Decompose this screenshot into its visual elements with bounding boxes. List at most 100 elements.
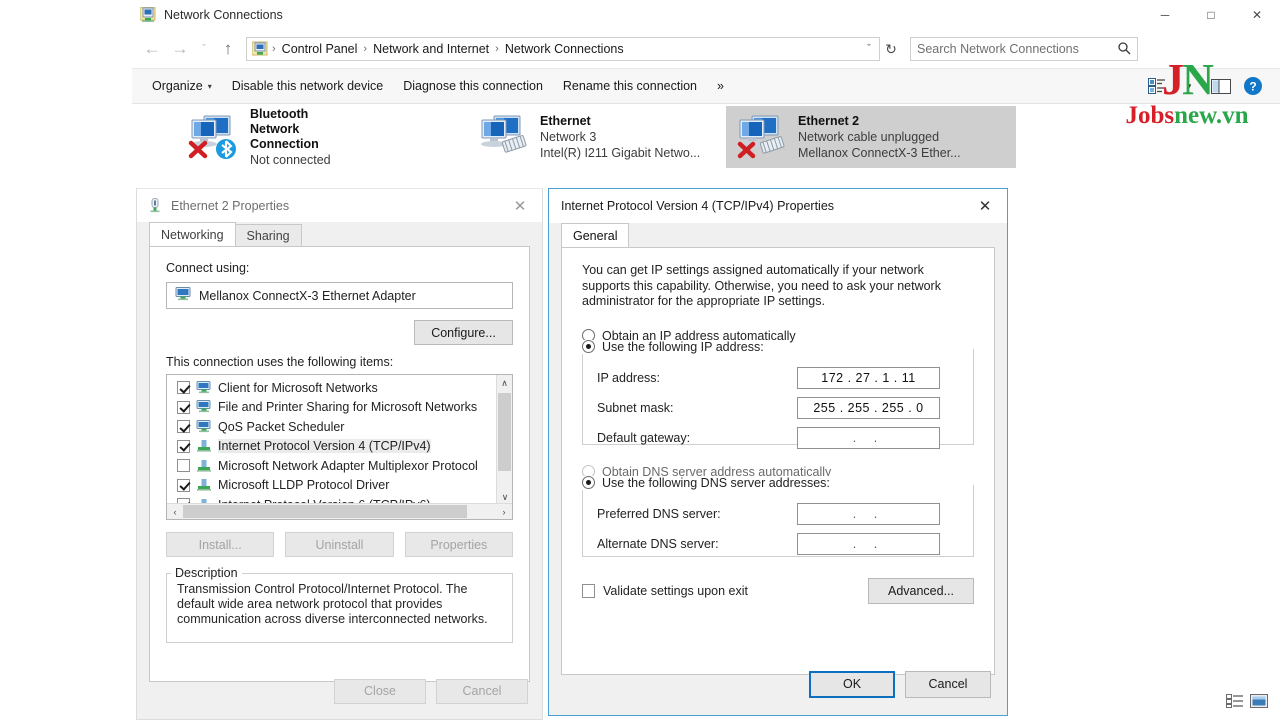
chevron-down-icon[interactable]: ˇ <box>859 43 879 55</box>
connection-info: Bluetooth Network Connection Not connect… <box>250 107 360 168</box>
validate-settings-option[interactable]: Validate settings upon exit <box>582 583 748 598</box>
item-checkbox[interactable] <box>177 381 190 395</box>
dialog-title: Internet Protocol Version 4 (TCP/IPv4) P… <box>561 199 835 213</box>
ok-button[interactable]: OK <box>809 670 895 698</box>
command-toolbar: Organize ▾ Disable this network device D… <box>132 68 1280 104</box>
item-label: Client for Microsoft Networks <box>218 380 378 395</box>
network-adapter-icon <box>734 112 794 162</box>
connection-status: Not connected <box>250 152 331 167</box>
breadcrumb-network-connections[interactable]: Network Connections <box>500 42 629 56</box>
scroll-right-icon[interactable]: › <box>496 507 512 517</box>
up-button[interactable]: ↑ <box>214 35 242 63</box>
cancel-button[interactable]: Cancel <box>905 670 991 698</box>
network-items-list[interactable]: Client for Microsoft Networks File and P… <box>166 374 513 520</box>
connection-tile-bluetooth[interactable]: Bluetooth Network Connection Not connect… <box>178 106 468 168</box>
search-input[interactable]: Search Network Connections <box>910 37 1138 61</box>
window-titlebar: Network Connections ─ □ ✕ <box>132 0 1280 30</box>
recent-locations-button[interactable]: ˇ <box>194 35 214 63</box>
description-text: Transmission Control Protocol/Internet P… <box>177 582 488 626</box>
scroll-left-icon[interactable]: ‹ <box>167 507 183 517</box>
scroll-up-icon[interactable]: ∧ <box>497 375 512 391</box>
list-item[interactable]: Client for Microsoft Networks <box>167 378 512 398</box>
preferred-dns-label: Preferred DNS server: <box>597 506 721 521</box>
preview-pane-icon[interactable] <box>1206 72 1236 100</box>
address-bar[interactable]: › Control Panel › Network and Internet ›… <box>246 37 880 61</box>
alternate-dns-input[interactable]: . . <box>797 532 940 555</box>
intro-text: You can get IP settings assigned automat… <box>582 263 941 308</box>
subnet-mask-row: Subnet mask: 255 . 255 . 255 . 0 <box>597 396 959 419</box>
change-view-icon[interactable] <box>1142 72 1172 100</box>
item-checkbox[interactable] <box>177 478 190 492</box>
item-checkbox[interactable] <box>177 459 190 473</box>
use-ip-radio[interactable] <box>582 340 595 353</box>
minimize-button[interactable]: ─ <box>1142 0 1188 30</box>
item-label: Microsoft LLDP Protocol Driver <box>218 478 390 493</box>
list-vertical-scrollbar[interactable]: ∧ ∨ <box>496 375 512 505</box>
ip-address-input[interactable]: 172 . 27 . 1 . 11 <box>797 366 940 389</box>
connect-using-label: Connect using: <box>166 261 250 275</box>
list-horizontal-scrollbar[interactable]: ‹ › <box>167 503 512 519</box>
refresh-icon[interactable]: ↻ <box>880 41 902 58</box>
breadcrumb-network-and-internet[interactable]: Network and Internet <box>368 42 494 56</box>
adapter-icon <box>175 287 191 304</box>
details-view-icon[interactable] <box>1226 693 1244 712</box>
breadcrumb-root-icon <box>251 41 268 57</box>
subnet-mask-input[interactable]: 255 . 255 . 255 . 0 <box>797 396 940 419</box>
default-gateway-row: Default gateway: . . <box>597 426 959 449</box>
close-button[interactable]: ✕ <box>1234 0 1280 30</box>
ip-address-label: IP address: <box>597 370 661 385</box>
validate-settings-checkbox[interactable] <box>582 583 595 598</box>
connection-tile-ethernet-2[interactable]: Ethernet 2 Network cable unplugged Mella… <box>726 106 1016 168</box>
ethernet2-properties-dialog: Ethernet 2 Properties ✕ Networking Shari… <box>136 188 543 720</box>
diagnose-connection-button[interactable]: Diagnose this connection <box>393 74 553 98</box>
default-gateway-input[interactable]: . . <box>797 426 940 449</box>
maximize-button[interactable]: □ <box>1188 0 1234 30</box>
list-item[interactable]: QoS Packet Scheduler <box>167 417 512 437</box>
overflow-button[interactable]: » <box>707 74 734 98</box>
network-connections-icon <box>139 6 156 23</box>
list-item[interactable]: Microsoft LLDP Protocol Driver <box>167 476 512 496</box>
item-checkbox[interactable] <box>177 420 190 434</box>
use-ip-label: Use the following IP address: <box>602 339 764 354</box>
item-checkbox[interactable] <box>177 439 190 453</box>
items-label: This connection uses the following items… <box>166 355 394 369</box>
dialog-footer: Close Cancel <box>137 663 542 719</box>
large-icons-view-icon[interactable] <box>1250 693 1268 712</box>
configure-button[interactable]: Configure... <box>414 320 513 345</box>
forward-button[interactable]: → <box>166 35 194 63</box>
general-tab-panel: You can get IP settings assigned automat… <box>561 247 995 675</box>
connection-device: Mellanox ConnectX-3 Ether... <box>798 146 961 160</box>
connection-status: Network cable unplugged <box>798 130 940 144</box>
list-item-selected[interactable]: Internet Protocol Version 4 (TCP/IPv4) <box>167 437 512 457</box>
tab-general[interactable]: General <box>561 223 630 247</box>
horizontal-scroll-thumb[interactable] <box>183 505 467 518</box>
use-following-ip-option[interactable]: Use the following IP address: <box>582 339 769 354</box>
client-service-icon <box>196 419 212 434</box>
help-button[interactable]: ? <box>1238 72 1268 100</box>
advanced-button[interactable]: Advanced... <box>868 577 974 604</box>
connection-device: Intel(R) I211 Gigabit Netwo... <box>540 146 701 160</box>
item-label: Microsoft Network Adapter Multiplexor Pr… <box>218 458 478 473</box>
use-following-dns-option[interactable]: Use the following DNS server addresses: <box>582 475 835 490</box>
install-button: Install... <box>166 532 275 557</box>
organize-button[interactable]: Organize ▾ <box>142 74 222 98</box>
item-checkbox[interactable] <box>177 400 190 414</box>
use-dns-radio[interactable] <box>582 476 595 489</box>
connection-tile-ethernet[interactable]: Ethernet Network 3 Intel(R) I211 Gigabit… <box>468 106 758 168</box>
back-button[interactable]: ← <box>138 35 166 63</box>
tab-networking[interactable]: Networking <box>149 222 236 246</box>
dialog-close-button[interactable]: ✕ <box>498 189 542 223</box>
dialog-close-button[interactable]: ✕ <box>963 189 1007 223</box>
list-item[interactable]: File and Printer Sharing for Microsoft N… <box>167 398 512 418</box>
breadcrumb-control-panel[interactable]: Control Panel <box>277 42 363 56</box>
preferred-dns-input[interactable]: . . <box>797 502 940 525</box>
disable-device-button[interactable]: Disable this network device <box>222 74 393 98</box>
protocol-icon <box>196 459 212 473</box>
tab-sharing[interactable]: Sharing <box>234 224 302 246</box>
view-dropdown-caret-icon[interactable]: ▾ <box>1174 72 1204 100</box>
rename-connection-button[interactable]: Rename this connection <box>553 74 707 98</box>
uninstall-button: Uninstall <box>285 532 394 557</box>
client-service-icon <box>196 380 212 395</box>
list-item[interactable]: Microsoft Network Adapter Multiplexor Pr… <box>167 456 512 476</box>
vertical-scroll-thumb[interactable] <box>498 393 511 471</box>
